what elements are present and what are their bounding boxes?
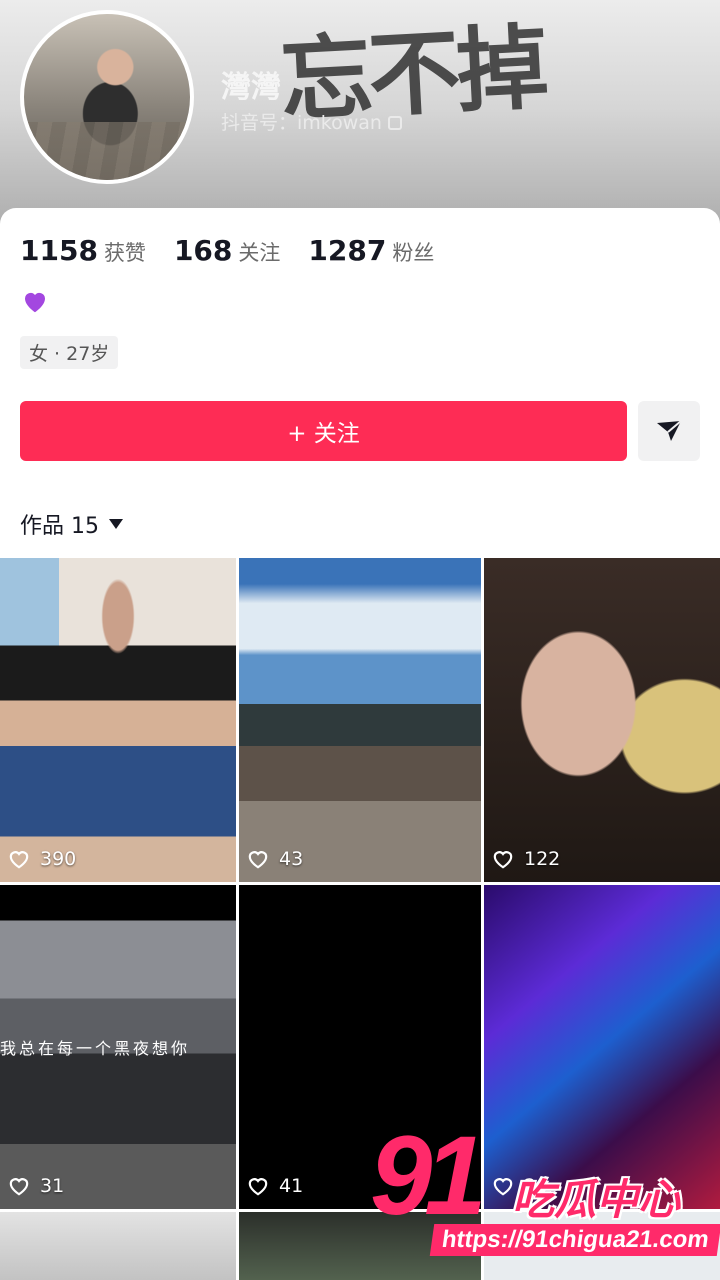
stat-followers[interactable]: 1287 粉丝 [308, 234, 434, 267]
watermark-name: 吃瓜中心 [512, 1175, 681, 1224]
follow-button[interactable]: + 关注 [20, 401, 627, 461]
nickname: 灣灣 [221, 70, 281, 105]
heart-outline-icon [248, 1178, 268, 1196]
heart-outline-icon [493, 851, 513, 869]
profile-header: 忘不掉 灣灣 抖音号：imkowan [0, 0, 720, 240]
purple-heart-icon [25, 292, 45, 313]
like-count: 31 [8, 1175, 64, 1197]
like-count-value: 41 [279, 1175, 304, 1197]
works-tab[interactable]: 作品 15 [20, 508, 123, 540]
heart-outline-icon [9, 851, 29, 869]
share-button[interactable] [638, 401, 700, 461]
works-tab-label: 作品 15 [20, 514, 99, 539]
like-count: 390 [8, 848, 76, 870]
like-count-value: 390 [40, 848, 77, 870]
like-count: 43 [247, 848, 303, 870]
like-count-value: 122 [524, 848, 561, 870]
heart-outline-icon [9, 1178, 29, 1196]
profile-page: 忘不掉 灣灣 抖音号：imkowan 1158 获赞 168 关注 1287 粉… [0, 0, 720, 1280]
send-icon [657, 420, 682, 441]
stat-value: 1158 [20, 234, 98, 267]
douyin-id-text: 抖音号：imkowan [221, 112, 382, 134]
heart-outline-icon [248, 851, 268, 869]
copy-icon[interactable] [387, 116, 402, 130]
watermark-number: 91 [370, 1113, 487, 1238]
stat-value: 168 [173, 234, 233, 267]
video-thumbnail[interactable]: 122 [484, 558, 720, 882]
avatar[interactable] [20, 10, 194, 184]
stats-row: 1158 获赞 168 关注 1287 粉丝 [20, 234, 462, 267]
video-caption: 我总在每一个黑夜想你 [0, 1039, 191, 1058]
watermark-url: https://91chigua21.com [429, 1224, 720, 1256]
video-thumbnail[interactable]: 43 [239, 558, 481, 882]
like-count-value: 31 [40, 1175, 65, 1197]
profile-card: 1158 获赞 168 关注 1287 粉丝 女 · 27岁 + 关注 作品 1… [0, 208, 720, 558]
stat-value: 1287 [308, 234, 387, 267]
site-watermark: 91 吃瓜中心 https://91chigua21.com [362, 1120, 720, 1280]
stat-likes[interactable]: 1158 获赞 [20, 234, 146, 267]
stat-label: 关注 [238, 241, 281, 265]
stat-label: 粉丝 [392, 241, 435, 265]
gender-age-tag: 女 · 27岁 [20, 336, 119, 369]
like-count: 122 [492, 848, 560, 870]
caret-down-icon [109, 519, 123, 529]
follow-button-label: + 关注 [287, 421, 360, 447]
like-count-value: 43 [279, 848, 304, 870]
douyin-id[interactable]: 抖音号：imkowan [221, 108, 402, 135]
stat-label: 获赞 [103, 241, 146, 265]
video-thumbnail[interactable]: 我总在每一个黑夜想你 31 [0, 885, 236, 1209]
video-thumbnail[interactable]: 390 [0, 558, 236, 882]
stat-following[interactable]: 168 关注 [174, 234, 280, 267]
video-thumbnail[interactable] [0, 1212, 236, 1280]
like-count: 41 [247, 1175, 303, 1197]
